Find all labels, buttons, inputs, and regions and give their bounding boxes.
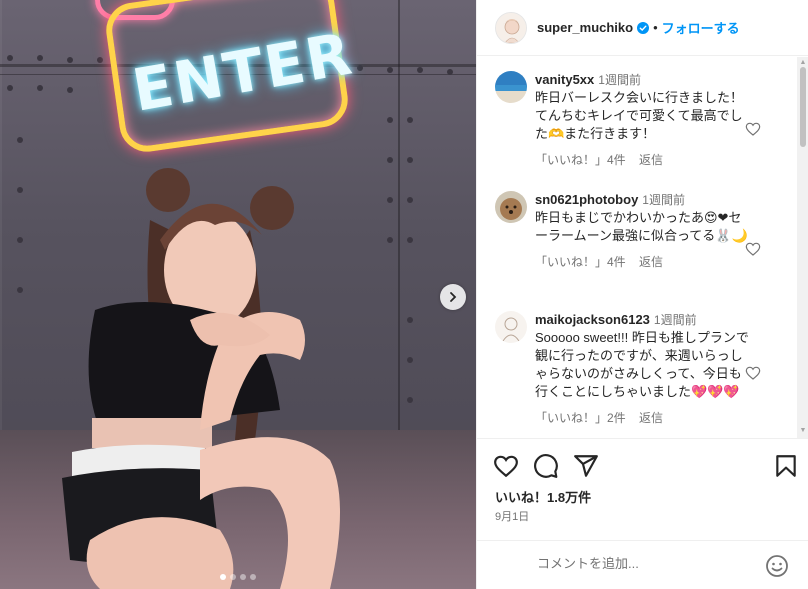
post-side-panel: super_muchiko • フォローする vanity5xx 1週間前 昨日バ…: [476, 0, 808, 589]
comment-heart-icon[interactable]: [745, 241, 761, 257]
author-username[interactable]: super_muchiko: [537, 20, 633, 35]
add-comment-bar: [477, 540, 808, 589]
commenter-avatar[interactable]: [495, 191, 527, 223]
post-header: super_muchiko • フォローする: [477, 0, 808, 56]
avatar-dog-icon: [495, 191, 527, 223]
scroll-down-arrow-icon[interactable]: ▼: [799, 427, 807, 435]
post-date: 9月1日: [495, 511, 530, 523]
carousel-dot: [220, 574, 226, 580]
comment-item: sn0621photoboy 1週間前 昨日もまじでかわいかったあ😍❤セーラームー…: [495, 191, 775, 301]
person-figure: [62, 168, 340, 589]
comment-input[interactable]: [537, 556, 757, 571]
comment-username[interactable]: sn0621photoboy: [535, 192, 638, 207]
comment-body: vanity5xx 1週間前 昨日バーレスク会いに行きました！てんちむキレイで可愛…: [535, 71, 749, 169]
commenter-avatar[interactable]: [495, 71, 527, 103]
comment-heart-icon[interactable]: [745, 365, 761, 381]
reply-button[interactable]: 返信: [639, 255, 663, 269]
comment-text: 昨日バーレスク会いに行きました！てんちむキレイで可愛くて最高でした🫶また行きます…: [535, 90, 744, 141]
carousel-dot: [240, 574, 246, 580]
comment-likes-count[interactable]: 「いいね！」2件: [535, 411, 626, 425]
carousel-next-button[interactable]: [440, 284, 466, 310]
avatar-beach-icon: [495, 71, 527, 103]
comments-scrollbar[interactable]: ▲ ▼: [797, 57, 808, 438]
comment-meta: 「いいね！」2件 返信: [535, 409, 749, 427]
comment-body: sn0621photoboy 1週間前 昨日もまじでかわいかったあ😍❤セーラームー…: [535, 191, 749, 271]
comment-heart-icon[interactable]: [745, 121, 761, 137]
post-photo[interactable]: ENTER: [0, 0, 476, 589]
comment-username[interactable]: maikojackson6123: [535, 312, 650, 327]
comment-item: vanity5xx 1週間前 昨日バーレスク会いに行きました！てんちむキレイで可愛…: [495, 71, 775, 181]
likes-count[interactable]: いいね！1.8万件: [495, 487, 591, 506]
comments-list[interactable]: vanity5xx 1週間前 昨日バーレスク会いに行きました！てんちむキレイで可愛…: [477, 57, 797, 438]
carousel-indicator: [220, 574, 256, 580]
verified-badge-icon: [637, 21, 650, 34]
share-icon[interactable]: [573, 453, 599, 479]
avatar-sketch-icon: [495, 311, 527, 343]
avatar-illustration-icon: [496, 12, 526, 43]
comment-meta: 「いいね！」4件 返信: [535, 151, 749, 169]
post-actions: いいね！1.8万件 9月1日: [477, 438, 808, 538]
reply-button[interactable]: 返信: [639, 153, 663, 167]
header-separator: •: [653, 20, 658, 35]
chevron-right-icon: [450, 292, 457, 302]
comment-time: 1週間前: [598, 73, 641, 87]
comment-time: 1週間前: [642, 193, 685, 207]
reply-button[interactable]: 返信: [639, 411, 663, 425]
bookmark-icon[interactable]: [773, 453, 799, 479]
scrollbar-thumb[interactable]: [800, 67, 806, 147]
comment-item: maikojackson6123 1週間前 Sooooo sweet!!! 昨日も…: [495, 311, 775, 438]
carousel-dot: [250, 574, 256, 580]
author-avatar[interactable]: [495, 11, 527, 44]
commenter-avatar[interactable]: [495, 311, 527, 343]
scroll-up-arrow-icon[interactable]: ▲: [799, 59, 807, 67]
comment-meta: 「いいね！」4件 返信: [535, 253, 749, 271]
comment-body: maikojackson6123 1週間前 Sooooo sweet!!! 昨日も…: [535, 311, 749, 427]
heart-icon[interactable]: [493, 453, 519, 479]
comment-likes-count[interactable]: 「いいね！」4件: [535, 255, 626, 269]
comment-likes-count[interactable]: 「いいね！」4件: [535, 153, 626, 167]
emoji-icon[interactable]: [765, 554, 789, 578]
carousel-dot: [230, 574, 236, 580]
follow-button[interactable]: フォローする: [662, 18, 740, 37]
comment-time: 1週間前: [653, 313, 697, 327]
comment-icon[interactable]: [533, 453, 559, 479]
comment-username[interactable]: vanity5xx: [535, 72, 594, 87]
comment-text: Sooooo sweet!!! 昨日も推しプランで観に行ったのですが、来週いらっ…: [535, 330, 749, 399]
comment-text: 昨日もまじでかわいかったあ😍❤セーラームーン最強に似合ってる🐰🌙: [535, 210, 748, 243]
